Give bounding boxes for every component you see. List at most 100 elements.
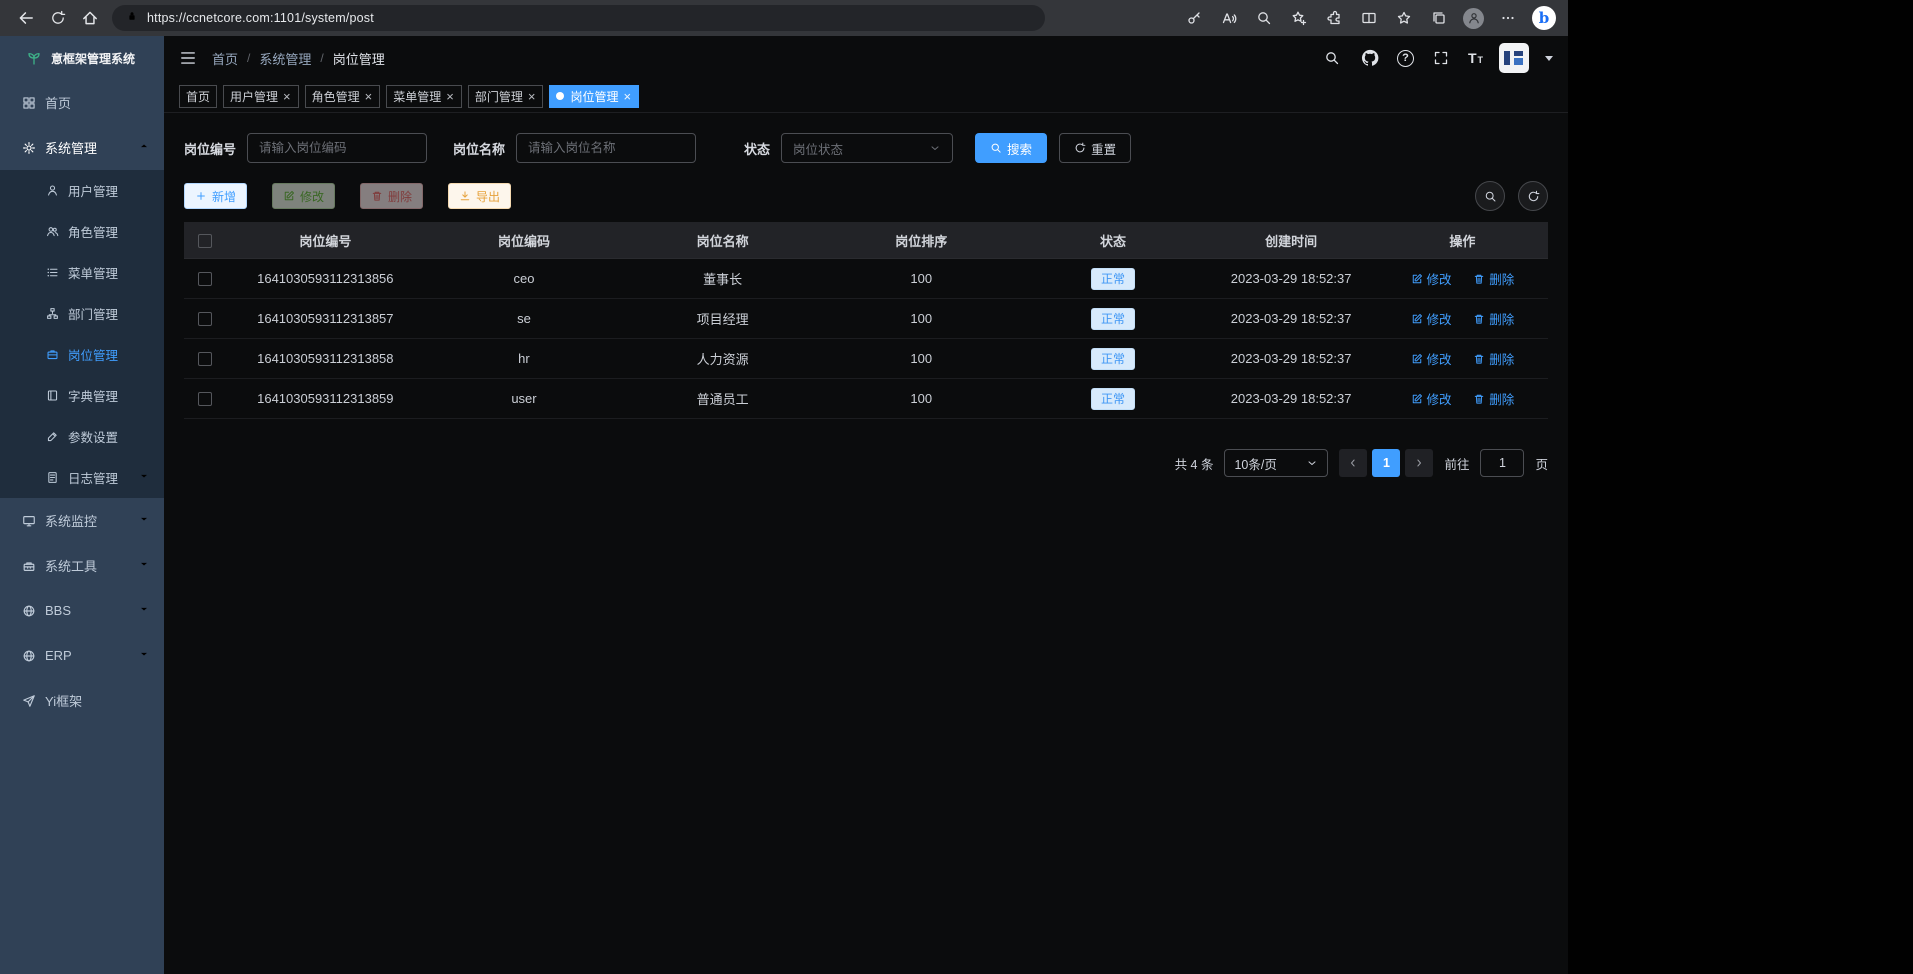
sprout-logo-icon (26, 50, 42, 66)
copilot-icon[interactable]: b (1532, 6, 1556, 30)
close-icon[interactable]: × (364, 90, 374, 103)
row-delete-link[interactable]: 删除 (1473, 389, 1514, 408)
chevron-down-icon (138, 470, 150, 485)
edit-button[interactable]: 修改 (272, 183, 335, 209)
status-badge: 正常 (1091, 268, 1135, 290)
sidebar-item-departments[interactable]: 部门管理 (0, 293, 164, 334)
add-button[interactable]: 新增 (184, 183, 247, 209)
extensions-icon[interactable] (1323, 7, 1345, 29)
breadcrumb: 首页 / 系统管理 / 岗位管理 (212, 49, 385, 68)
user-avatar[interactable] (1499, 43, 1529, 73)
read-aloud-icon[interactable] (1218, 7, 1240, 29)
trash-icon (1473, 393, 1485, 405)
sidebar-item-bbs[interactable]: BBS (0, 588, 164, 633)
table-toolbar-right (1475, 181, 1548, 211)
close-icon[interactable]: × (622, 90, 632, 103)
goto-page-input[interactable] (1480, 449, 1524, 477)
export-button[interactable]: 导出 (448, 183, 511, 209)
sidebar-item-menus[interactable]: 菜单管理 (0, 252, 164, 293)
status-select[interactable]: 岗位状态 (781, 133, 953, 163)
row-delete-link[interactable]: 删除 (1473, 349, 1514, 368)
avatar-caret-icon[interactable] (1545, 56, 1553, 61)
sidebar-item-dictionary[interactable]: 字典管理 (0, 375, 164, 416)
post-code-input[interactable] (247, 133, 427, 163)
edit-icon (46, 430, 59, 443)
close-icon[interactable]: × (527, 90, 537, 103)
back-button[interactable] (10, 3, 42, 33)
prev-page-button[interactable] (1339, 449, 1367, 477)
app-logo[interactable]: 意框架管理系统 (0, 36, 164, 80)
reset-button[interactable]: 重置 (1059, 133, 1131, 163)
github-icon[interactable] (1359, 47, 1381, 69)
row-edit-link[interactable]: 修改 (1411, 269, 1452, 288)
lock-icon[interactable] (126, 9, 138, 27)
collections-icon[interactable] (1428, 7, 1450, 29)
row-checkbox[interactable] (198, 272, 212, 286)
chevron-down-icon (138, 603, 150, 618)
passwords-key-icon[interactable] (1183, 7, 1205, 29)
breadcrumb-item[interactable]: 首页 (212, 49, 238, 68)
sidebar-item-posts[interactable]: 岗位管理 (0, 334, 164, 375)
sidebar-item-logs[interactable]: 日志管理 (0, 457, 164, 498)
active-dot (556, 92, 564, 100)
next-page-button[interactable] (1405, 449, 1433, 477)
row-checkbox[interactable] (198, 312, 212, 326)
close-icon[interactable]: × (282, 90, 292, 103)
address-bar[interactable]: https://ccnetcore.com:1101/system/post (112, 5, 1045, 31)
help-question-icon[interactable]: ? (1397, 50, 1414, 67)
row-delete-link[interactable]: 删除 (1473, 269, 1514, 288)
table-row: 1641030593112313858 hr 人力资源 100 正常 2023-… (184, 339, 1548, 379)
screen: https://ccnetcore.com:1101/system/post b (0, 0, 1913, 974)
chevron-down-icon (138, 558, 150, 573)
row-edit-link[interactable]: 修改 (1411, 349, 1452, 368)
cell-created: 2023-03-29 18:52:37 (1206, 271, 1377, 286)
sidebar-item-parameters[interactable]: 参数设置 (0, 416, 164, 457)
row-edit-link[interactable]: 修改 (1411, 389, 1452, 408)
split-screen-icon[interactable] (1358, 7, 1380, 29)
tag-users[interactable]: 用户管理 × (223, 85, 299, 108)
sidebar-item-monitoring[interactable]: 系统监控 (0, 498, 164, 543)
row-checkbox[interactable] (198, 352, 212, 366)
tag-departments[interactable]: 部门管理 × (468, 85, 544, 108)
select-all-checkbox[interactable] (198, 234, 212, 248)
search-icon[interactable] (1321, 47, 1343, 69)
font-size-icon[interactable]: TT (1468, 51, 1483, 65)
add-favorite-icon[interactable] (1288, 7, 1310, 29)
sidebar-item-erp[interactable]: ERP (0, 633, 164, 678)
collapse-sidebar-icon[interactable] (179, 49, 197, 67)
row-edit-link[interactable]: 修改 (1411, 309, 1452, 328)
table-row: 1641030593112313859 user 普通员工 100 正常 202… (184, 379, 1548, 419)
cell-post-name: 普通员工 (623, 389, 822, 408)
page-1-button[interactable]: 1 (1372, 449, 1400, 477)
tag-roles[interactable]: 角色管理 × (305, 85, 381, 108)
sidebar-item-tools[interactable]: 系统工具 (0, 543, 164, 588)
sidebar-item-system-mgmt[interactable]: 系统管理 (0, 125, 164, 170)
search-button[interactable]: 搜索 (975, 133, 1047, 163)
sidebar-item-users[interactable]: 用户管理 (0, 170, 164, 211)
tags-view: 首页 用户管理 × 角色管理 × 菜单管理 × 部门管理 (164, 80, 1568, 113)
refresh-table-button[interactable] (1518, 181, 1548, 211)
tag-home[interactable]: 首页 (179, 85, 217, 108)
tag-posts-active[interactable]: 岗位管理 × (549, 85, 639, 108)
toggle-search-button[interactable] (1475, 181, 1505, 211)
zoom-icon[interactable] (1253, 7, 1275, 29)
breadcrumb-item[interactable]: 系统管理 (259, 49, 311, 68)
sidebar-item-yi-framework[interactable]: Yi框架 (0, 678, 164, 723)
row-checkbox[interactable] (198, 392, 212, 406)
sidebar-item-roles[interactable]: 角色管理 (0, 211, 164, 252)
delete-button[interactable]: 删除 (360, 183, 423, 209)
close-icon[interactable]: × (445, 90, 455, 103)
sidebar-item-home[interactable]: 首页 (0, 80, 164, 125)
cell-post-id: 1641030593112313857 (226, 311, 425, 326)
home-button[interactable] (74, 3, 106, 33)
tag-menus[interactable]: 菜单管理 × (386, 85, 462, 108)
row-delete-link[interactable]: 删除 (1473, 309, 1514, 328)
settings-menu-icon[interactable] (1497, 7, 1519, 29)
page-size-select[interactable]: 10条/页 (1224, 449, 1328, 477)
fullscreen-icon[interactable] (1430, 47, 1452, 69)
favorites-icon[interactable] (1393, 7, 1415, 29)
refresh-button[interactable] (42, 3, 74, 33)
post-name-input[interactable] (516, 133, 696, 163)
profile-avatar[interactable] (1463, 8, 1484, 29)
trash-icon (1473, 353, 1485, 365)
